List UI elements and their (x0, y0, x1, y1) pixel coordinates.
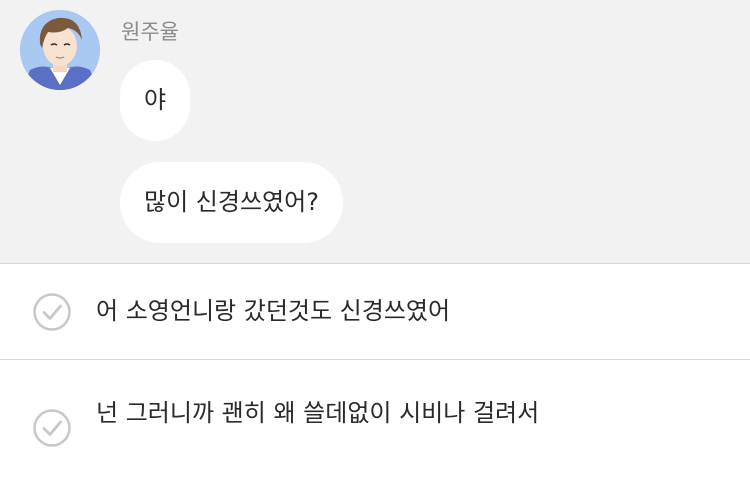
sender-avatar (20, 10, 100, 90)
reply-option[interactable]: 넌 그러니까 괜히 왜 쓸데없이 시비나 걸려서 (0, 360, 750, 487)
reply-option[interactable]: 어 소영언니랑 갔던것도 신경쓰였어 (0, 264, 750, 359)
check-circle-icon (33, 293, 71, 331)
sender-name: 원주율 (121, 20, 179, 44)
reply-option-text: 넌 그러니까 괜히 왜 쓸데없이 시비나 걸려서 (96, 399, 540, 427)
message-bubble: 야 (120, 60, 191, 141)
chat-area: 원주율 야 많이 신경쓰였어? (0, 0, 750, 263)
check-circle-icon (33, 409, 71, 447)
message-bubble: 많이 신경쓰였어? (120, 162, 343, 243)
reply-option-text: 어 소영언니랑 갔던것도 신경쓰였어 (96, 297, 451, 325)
